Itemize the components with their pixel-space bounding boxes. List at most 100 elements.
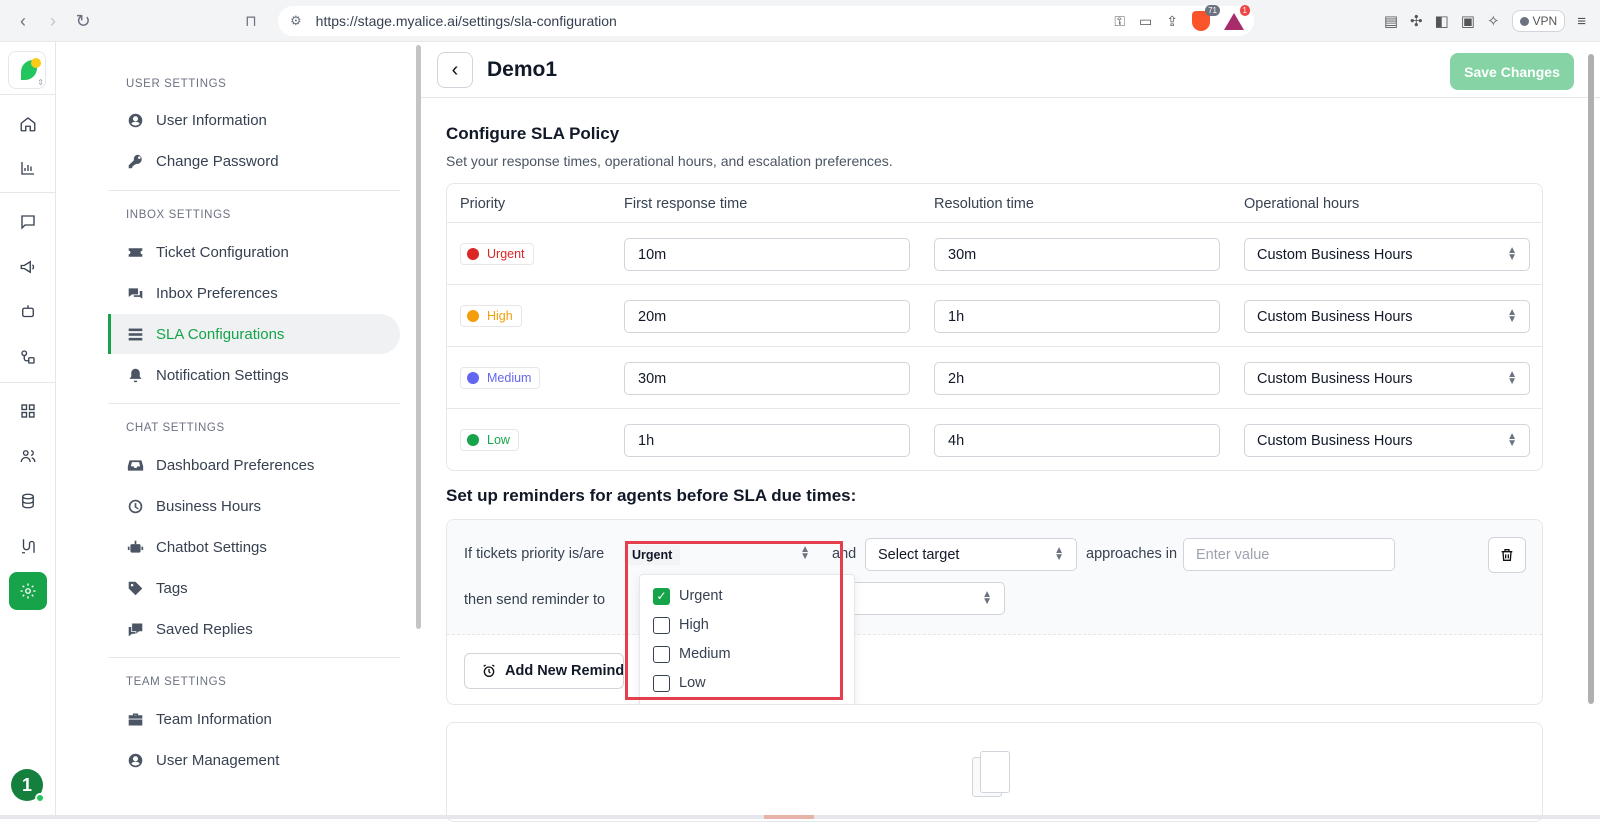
horizontal-scroll-thumb[interactable]	[764, 815, 814, 819]
priority-badge: Medium	[460, 367, 540, 389]
rail-divider	[0, 382, 56, 383]
dropdown-option-low[interactable]: Low	[653, 672, 706, 694]
back-arrow-icon[interactable]: ‹	[8, 6, 38, 36]
delete-reminder-button[interactable]	[1488, 537, 1526, 573]
sidebar-item-dashboard-preferences[interactable]: Dashboard Preferences	[108, 445, 400, 485]
operational-hours-select[interactable]: Custom Business Hours▲▼	[1244, 300, 1530, 333]
first-response-input[interactable]: 10m	[624, 238, 910, 271]
priority-multiselect[interactable]: Urgent ▲▼	[612, 538, 822, 571]
priority-dot-icon	[467, 248, 479, 260]
wallet-icon[interactable]: ▣	[1461, 12, 1475, 30]
database-icon[interactable]	[14, 487, 42, 515]
home-icon[interactable]	[14, 110, 42, 138]
logo-sun-icon	[31, 58, 41, 68]
leo-ai-icon[interactable]: ✧	[1487, 12, 1500, 30]
integrations-icon[interactable]	[14, 343, 42, 371]
horizontal-scrollbar[interactable]	[0, 815, 1600, 819]
chevron-updown-icon: ▲▼	[1507, 247, 1517, 261]
reload-icon[interactable]: ↻	[68, 6, 98, 36]
resolution-input[interactable]: 2h	[934, 362, 1220, 395]
operational-hours-select[interactable]: Custom Business Hours▲▼	[1244, 424, 1530, 457]
brave-shields-icon[interactable]: 71	[1192, 11, 1210, 31]
first-response-input[interactable]: 20m	[624, 300, 910, 333]
operational-hours-select[interactable]: Custom Business Hours▲▼	[1244, 238, 1530, 271]
sidebar-item-tags[interactable]: Tags	[108, 568, 400, 608]
inbox-chat-icon[interactable]	[14, 208, 42, 236]
add-new-reminder-button[interactable]: Add New Reminder	[464, 653, 624, 689]
reader-mode-icon[interactable]: ▤	[1384, 12, 1398, 30]
chevron-updown-icon: ⇕	[37, 78, 44, 87]
apps-grid-icon[interactable]	[14, 397, 42, 425]
sidebar-item-sla-configurations[interactable]: SLA Configurations	[108, 314, 400, 354]
sidebar-item-saved-replies[interactable]: Saved Replies	[108, 609, 400, 649]
operational-hours-select[interactable]: Custom Business Hours▲▼	[1244, 362, 1530, 395]
sidebar-item-user-information[interactable]: User Information	[108, 100, 400, 140]
priority-dropdown-menu: ✓Urgent High Medium Low	[639, 574, 855, 705]
password-key-icon[interactable]: ⚿	[1114, 13, 1125, 30]
resolution-input[interactable]: 30m	[934, 238, 1220, 271]
vpn-button[interactable]: VPN	[1512, 10, 1566, 32]
analytics-icon[interactable]	[14, 154, 42, 182]
main-content: ‹ Demo1 Save Changes Configure SLA Polic…	[421, 42, 1600, 819]
checkbox[interactable]	[653, 675, 670, 692]
sidebar-item-change-password[interactable]: Change Password	[108, 141, 400, 181]
trash-icon	[1499, 547, 1515, 563]
target-select[interactable]: Select target ▲▼	[865, 538, 1077, 571]
first-response-input[interactable]: 1h	[624, 424, 910, 457]
sidebar-item-ticket-configuration[interactable]: Ticket Configuration	[108, 232, 400, 272]
section-divider	[108, 190, 400, 191]
bot-icon[interactable]	[14, 298, 42, 326]
chevron-updown-icon: ▲▼	[1507, 433, 1517, 447]
share-icon[interactable]: ⇪	[1166, 13, 1178, 30]
cast-icon[interactable]: ▭	[1139, 13, 1152, 30]
forward-arrow-icon[interactable]: ›	[38, 6, 68, 36]
site-settings-icon[interactable]: ⚙	[290, 13, 302, 29]
user-avatar[interactable]: 1	[11, 769, 43, 801]
checkbox[interactable]	[653, 617, 670, 634]
dropdown-option-medium[interactable]: Medium	[653, 643, 731, 665]
broadcast-icon[interactable]	[14, 253, 42, 281]
briefcase-icon	[126, 710, 144, 728]
dropdown-option-high[interactable]: High	[653, 614, 709, 636]
sidebar-item-inbox-preferences[interactable]: Inbox Preferences	[108, 273, 400, 313]
chevron-updown-icon: ▲▼	[1507, 309, 1517, 323]
workspace-switcher[interactable]: ⇕	[8, 51, 46, 89]
key-icon	[126, 152, 144, 170]
checkbox[interactable]: ✓	[653, 588, 670, 605]
user-circle-icon	[126, 111, 144, 129]
workflow-icon[interactable]	[14, 532, 42, 560]
resolution-input[interactable]: 4h	[934, 424, 1220, 457]
sidebar-item-notification-settings[interactable]: Notification Settings	[108, 355, 400, 395]
priority-dot-icon	[467, 310, 479, 322]
and-label: and	[832, 546, 856, 562]
sidebar-item-team-information[interactable]: Team Information	[108, 699, 400, 739]
first-response-input[interactable]: 30m	[624, 362, 910, 395]
reminder-rule: If tickets priority is/are Urgent ▲▼ and…	[447, 520, 1542, 635]
chevron-updown-icon: ▲▼	[982, 591, 992, 605]
checkbox[interactable]	[653, 646, 670, 663]
resolution-input[interactable]: 1h	[934, 300, 1220, 333]
brave-rewards-icon[interactable]: 1	[1224, 13, 1244, 30]
dropdown-option-urgent[interactable]: ✓Urgent	[653, 585, 723, 607]
main-scrollbar[interactable]	[1588, 54, 1594, 704]
extensions-icon[interactable]: ✣	[1410, 12, 1423, 30]
save-changes-button[interactable]: Save Changes	[1450, 53, 1574, 90]
table-row: Urgent10m30mCustom Business Hours▲▼	[447, 223, 1542, 285]
sidebar-toggle-icon[interactable]: ◧	[1435, 12, 1449, 30]
bookmark-icon[interactable]: ⊓	[236, 6, 266, 36]
chat-bubbles-icon	[126, 284, 144, 302]
back-button[interactable]: ‹	[437, 52, 473, 88]
rail-divider	[0, 94, 56, 95]
customers-icon[interactable]	[14, 442, 42, 470]
sidebar-item-chatbot-settings[interactable]: Chatbot Settings	[108, 527, 400, 567]
menu-icon[interactable]: ≡	[1577, 13, 1586, 30]
sidebar-item-user-management[interactable]: User Management	[108, 740, 400, 780]
address-bar[interactable]: ⚙ https://stage.myalice.ai/settings/sla-…	[278, 6, 1254, 36]
configure-sla-subtitle: Set your response times, operational hou…	[446, 153, 893, 169]
settings-gear-icon[interactable]	[9, 572, 47, 610]
sidebar-item-business-hours[interactable]: Business Hours	[108, 486, 400, 526]
approach-value-input[interactable]: Enter value	[1183, 538, 1395, 571]
document-icon	[972, 751, 1012, 799]
tag-icon	[126, 579, 144, 597]
reminders-heading: Set up reminders for agents before SLA d…	[446, 486, 856, 506]
